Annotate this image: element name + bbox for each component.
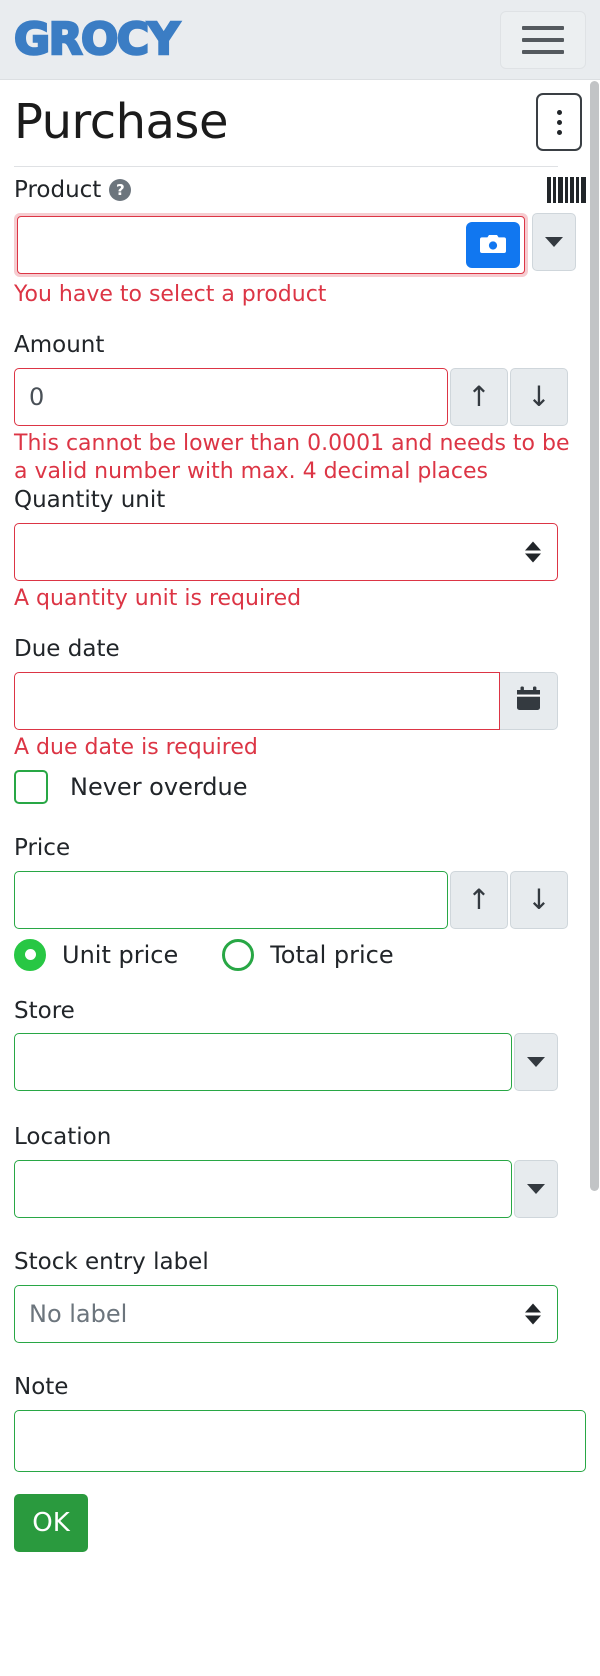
product-label: Product bbox=[14, 177, 102, 203]
never-overdue-checkbox[interactable] bbox=[14, 769, 48, 804]
quantity-unit-label: Quantity unit bbox=[14, 486, 166, 513]
store-input-group bbox=[14, 1033, 586, 1092]
price-input[interactable] bbox=[14, 870, 448, 929]
never-overdue-row[interactable]: Never overdue bbox=[14, 769, 586, 804]
unit-price-label[interactable]: Unit price bbox=[62, 941, 178, 969]
stock-entry-label-select[interactable]: No label bbox=[14, 1284, 558, 1343]
barcode-icon[interactable] bbox=[547, 177, 586, 204]
arrow-down-icon: ↓ bbox=[527, 379, 551, 413]
note-textarea[interactable] bbox=[14, 1409, 586, 1472]
stock-entry-label-group: Stock entry label No label bbox=[0, 1248, 600, 1343]
kebab-dot bbox=[556, 109, 562, 115]
note-label: Note bbox=[14, 1373, 69, 1400]
never-overdue-group: Never overdue bbox=[0, 769, 600, 804]
due-date-input[interactable] bbox=[14, 671, 500, 730]
caret-down-icon bbox=[527, 1184, 545, 1195]
due-date-label: Due date bbox=[14, 635, 120, 662]
due-date-group: Due date A due date is required bbox=[0, 635, 600, 762]
due-date-input-group bbox=[14, 671, 586, 730]
location-label: Location bbox=[14, 1124, 112, 1151]
arrow-up-icon: ↑ bbox=[467, 379, 491, 413]
store-group: Store bbox=[0, 997, 600, 1092]
question-mark-icon[interactable]: ? bbox=[109, 179, 132, 202]
product-group: Product ? You have to select a product bbox=[0, 168, 600, 309]
product-error: You have to select a product bbox=[14, 281, 327, 307]
amount-label: Amount bbox=[14, 331, 105, 358]
arrow-down-icon: ↓ bbox=[527, 882, 551, 916]
due-date-error: A due date is required bbox=[14, 734, 258, 760]
amount-input-group: 0 ↑ ↓ bbox=[14, 367, 586, 426]
calendar-icon bbox=[515, 685, 542, 716]
price-type-radio-group: Unit price Total price bbox=[14, 938, 586, 971]
unit-price-radio[interactable] bbox=[14, 938, 46, 971]
price-increment-button[interactable]: ↑ bbox=[450, 870, 508, 929]
caret-down-icon bbox=[527, 1057, 545, 1068]
submit-group: OK bbox=[0, 1493, 600, 1552]
stock-entry-label-label: Stock entry label bbox=[14, 1249, 209, 1276]
product-label-row: Product ? bbox=[14, 176, 586, 205]
caret-down-icon bbox=[545, 236, 563, 247]
kebab-menu-icon[interactable] bbox=[536, 93, 582, 151]
camera-icon[interactable] bbox=[466, 221, 520, 268]
note-group: Note bbox=[0, 1373, 600, 1472]
page-scrollbar-thumb[interactable] bbox=[590, 81, 599, 1191]
quantity-unit-select[interactable] bbox=[14, 522, 558, 581]
location-input-group bbox=[14, 1160, 586, 1219]
top-navbar: GROCY bbox=[0, 0, 600, 80]
product-input-group bbox=[14, 212, 586, 277]
amount-group: Amount 0 ↑ ↓ This cannot be lower than 0… bbox=[0, 331, 600, 486]
product-focus-ring bbox=[14, 212, 528, 277]
amount-input[interactable]: 0 bbox=[14, 367, 448, 426]
amount-input-value: 0 bbox=[29, 382, 45, 411]
amount-decrement-button[interactable]: ↓ bbox=[510, 367, 568, 426]
store-label: Store bbox=[14, 997, 75, 1024]
hamburger-bar bbox=[522, 49, 564, 54]
location-dropdown-button[interactable] bbox=[514, 1160, 558, 1219]
amount-error: This cannot be lower than 0.0001 and nee… bbox=[14, 430, 570, 484]
never-overdue-label: Never overdue bbox=[70, 772, 248, 801]
title-divider bbox=[14, 166, 558, 167]
total-price-label[interactable]: Total price bbox=[270, 941, 393, 969]
hamburger-bar bbox=[522, 25, 564, 30]
kebab-dot bbox=[556, 129, 562, 135]
kebab-dot bbox=[556, 119, 562, 125]
select-arrows-icon bbox=[525, 541, 541, 563]
stock-entry-label-value: No label bbox=[29, 1299, 128, 1328]
hamburger-icon[interactable] bbox=[500, 10, 586, 69]
quantity-unit-group: Quantity unit A quantity unit is require… bbox=[0, 486, 600, 613]
store-input[interactable] bbox=[14, 1033, 512, 1092]
price-group: Price ↑ ↓ Unit price Total price bbox=[0, 834, 600, 971]
hamburger-bar bbox=[522, 37, 564, 42]
grocy-logo[interactable]: GROCY bbox=[13, 16, 181, 63]
select-arrows-icon bbox=[525, 1303, 541, 1325]
product-input[interactable] bbox=[17, 215, 525, 274]
quantity-unit-error: A quantity unit is required bbox=[14, 585, 302, 611]
purchase-page: GROCY Purchase Product ? You have to sel… bbox=[0, 0, 600, 1676]
page-title-row: Purchase bbox=[0, 80, 600, 164]
price-decrement-button[interactable]: ↓ bbox=[510, 870, 568, 929]
location-group: Location bbox=[0, 1123, 600, 1219]
store-dropdown-button[interactable] bbox=[514, 1033, 558, 1092]
product-dropdown-button[interactable] bbox=[532, 212, 576, 271]
price-input-group: ↑ ↓ bbox=[14, 870, 586, 929]
total-price-radio[interactable] bbox=[222, 938, 255, 971]
amount-increment-button[interactable]: ↑ bbox=[450, 367, 508, 426]
page-title: Purchase bbox=[14, 94, 228, 150]
arrow-up-icon: ↑ bbox=[467, 882, 491, 916]
purchase-form: Product ? You have to select a product A… bbox=[0, 168, 600, 1552]
location-input[interactable] bbox=[14, 1160, 512, 1219]
calendar-button[interactable] bbox=[500, 671, 558, 730]
ok-button[interactable]: OK bbox=[14, 1493, 88, 1552]
price-label: Price bbox=[14, 834, 71, 861]
